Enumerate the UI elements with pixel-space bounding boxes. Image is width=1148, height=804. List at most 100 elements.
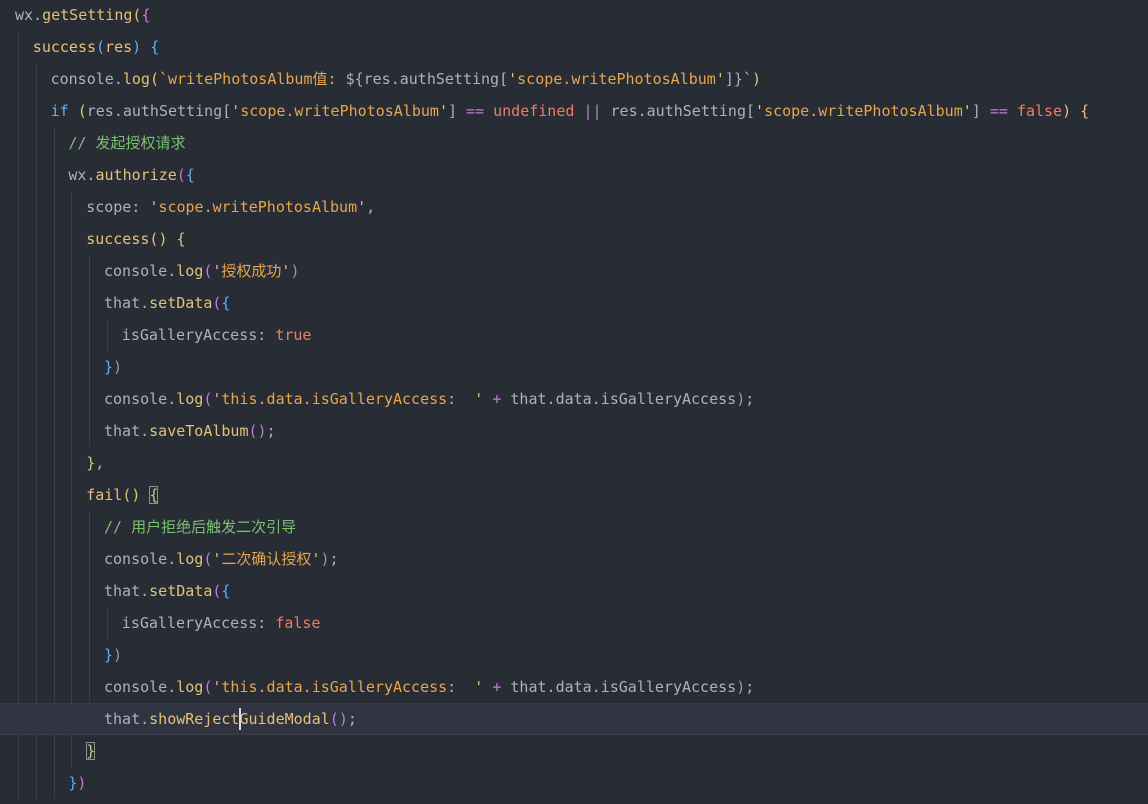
code-line[interactable]: isGalleryAccess: false [0, 607, 1148, 639]
code-token: that [510, 390, 547, 408]
code-text: // 发起授权请求 [68, 127, 185, 159]
code-token: scope.writePhotosAlbum [158, 198, 358, 216]
code-token: scope.writePhotosAlbum [517, 70, 716, 88]
code-token: ] [971, 102, 981, 120]
code-token: : [257, 614, 276, 632]
code-token: { [176, 230, 186, 248]
code-token: || [583, 102, 602, 120]
code-token: ; [745, 678, 755, 696]
code-token: . [546, 390, 556, 408]
code-token: isGalleryAccess [121, 614, 258, 632]
code-token: . [390, 70, 400, 88]
code-token: ' [357, 198, 367, 216]
code-token: ; [745, 390, 755, 408]
code-token: { [185, 166, 195, 184]
code-token: } [733, 70, 743, 88]
code-line[interactable]: wx.authorize({ [0, 159, 1148, 191]
code-line[interactable]: console.log('授权成功') [0, 255, 1148, 287]
code-text: }) [68, 767, 86, 799]
code-line[interactable]: }) [0, 351, 1148, 383]
code-token: ) [751, 70, 761, 88]
code-line[interactable]: console.log('this.data.isGalleryAccess: … [0, 383, 1148, 415]
code-token: ) [113, 358, 123, 376]
code-token: ' [962, 102, 972, 120]
code-line[interactable]: scope: 'scope.writePhotosAlbum', [0, 191, 1148, 223]
code-text: that.showRejectGuideModal(); [104, 704, 357, 734]
code-token: ` [742, 70, 752, 88]
code-line[interactable]: }) [0, 639, 1148, 671]
code-text: }) [104, 351, 122, 383]
code-line[interactable]: // 用户拒绝后触发二次引导 [0, 511, 1148, 543]
code-line[interactable]: console.log(`writePhotosAlbum值: ${res.au… [0, 63, 1148, 95]
current-code-line[interactable]: that.showRejectGuideModal(); [0, 703, 1148, 735]
code-line[interactable]: }) [0, 767, 1148, 799]
code-token: [ [746, 102, 756, 120]
code-editor[interactable]: wx.getSetting({success(res) {console.log… [0, 0, 1148, 804]
code-line[interactable]: success(res) { [0, 31, 1148, 63]
code-token: } [104, 358, 114, 376]
code-token: ( [77, 102, 87, 120]
code-text: fail() { [86, 479, 159, 511]
code-token: console [104, 678, 168, 696]
code-token: . [140, 294, 150, 312]
code-token: scope.writePhotosAlbum [764, 102, 963, 120]
code-text: wx.getSetting({ [15, 0, 150, 31]
code-text: console.log('this.data.isGalleryAccess: … [104, 383, 754, 415]
code-line[interactable]: if (res.authSetting['scope.writePhotosAl… [0, 95, 1148, 127]
code-token: wx [15, 6, 34, 24]
code-text: if (res.authSetting['scope.writePhotosAl… [51, 95, 1090, 127]
code-text: isGalleryAccess: true [122, 319, 312, 351]
code-token: that [104, 422, 141, 440]
code-token: ) [257, 422, 267, 440]
code-line[interactable]: that.setData({ [0, 575, 1148, 607]
code-token: undefined [493, 102, 575, 120]
code-token: { [141, 6, 151, 24]
code-line[interactable]: } [0, 735, 1148, 767]
code-token: ( [248, 422, 258, 440]
code-line[interactable]: isGalleryAccess: true [0, 319, 1148, 351]
code-line[interactable]: // 发起授权请求 [0, 127, 1148, 159]
code-token: { [150, 38, 160, 56]
code-token: ) [113, 646, 123, 664]
code-token: ( [122, 486, 132, 504]
code-line[interactable]: fail() { [0, 479, 1148, 511]
code-token: res [105, 38, 133, 56]
code-token: ` [158, 70, 168, 88]
code-line[interactable]: }, [0, 447, 1148, 479]
code-token: , [95, 454, 105, 472]
code-text: scope: 'scope.writePhotosAlbum', [86, 191, 375, 223]
code-token: false [275, 614, 321, 632]
code-token: . [167, 390, 177, 408]
code-line[interactable]: console.log('二次确认授权'); [0, 543, 1148, 575]
code-token: ' [474, 678, 484, 696]
code-token: that [104, 710, 141, 728]
code-token: log [176, 550, 204, 568]
code-token: console [104, 390, 168, 408]
code-text: // 用户拒绝后触发二次引导 [104, 511, 296, 543]
code-line[interactable]: that.saveToAlbum(); [0, 415, 1148, 447]
code-text: that.saveToAlbum(); [104, 415, 276, 447]
code-text: isGalleryAccess: false [122, 607, 321, 639]
code-line[interactable]: console.log('this.data.isGalleryAccess: … [0, 671, 1148, 703]
code-token: true [275, 326, 312, 344]
code-token: } [104, 646, 114, 664]
code-token: [ [499, 70, 509, 88]
code-text: console.log('授权成功') [104, 255, 299, 287]
code-line[interactable]: that.setData({ [0, 287, 1148, 319]
code-text: console.log('二次确认授权'); [104, 543, 339, 575]
code-token: ; [266, 422, 276, 440]
code-token: . [140, 422, 150, 440]
code-line[interactable]: wx.getSetting({ [0, 0, 1148, 31]
code-token: res [86, 102, 114, 120]
code-token: . [140, 582, 150, 600]
code-text: that.setData({ [104, 575, 230, 607]
code-token: { [1080, 102, 1090, 120]
code-token: , [366, 198, 376, 216]
code-token: log [122, 70, 150, 88]
code-line[interactable]: success() { [0, 223, 1148, 255]
